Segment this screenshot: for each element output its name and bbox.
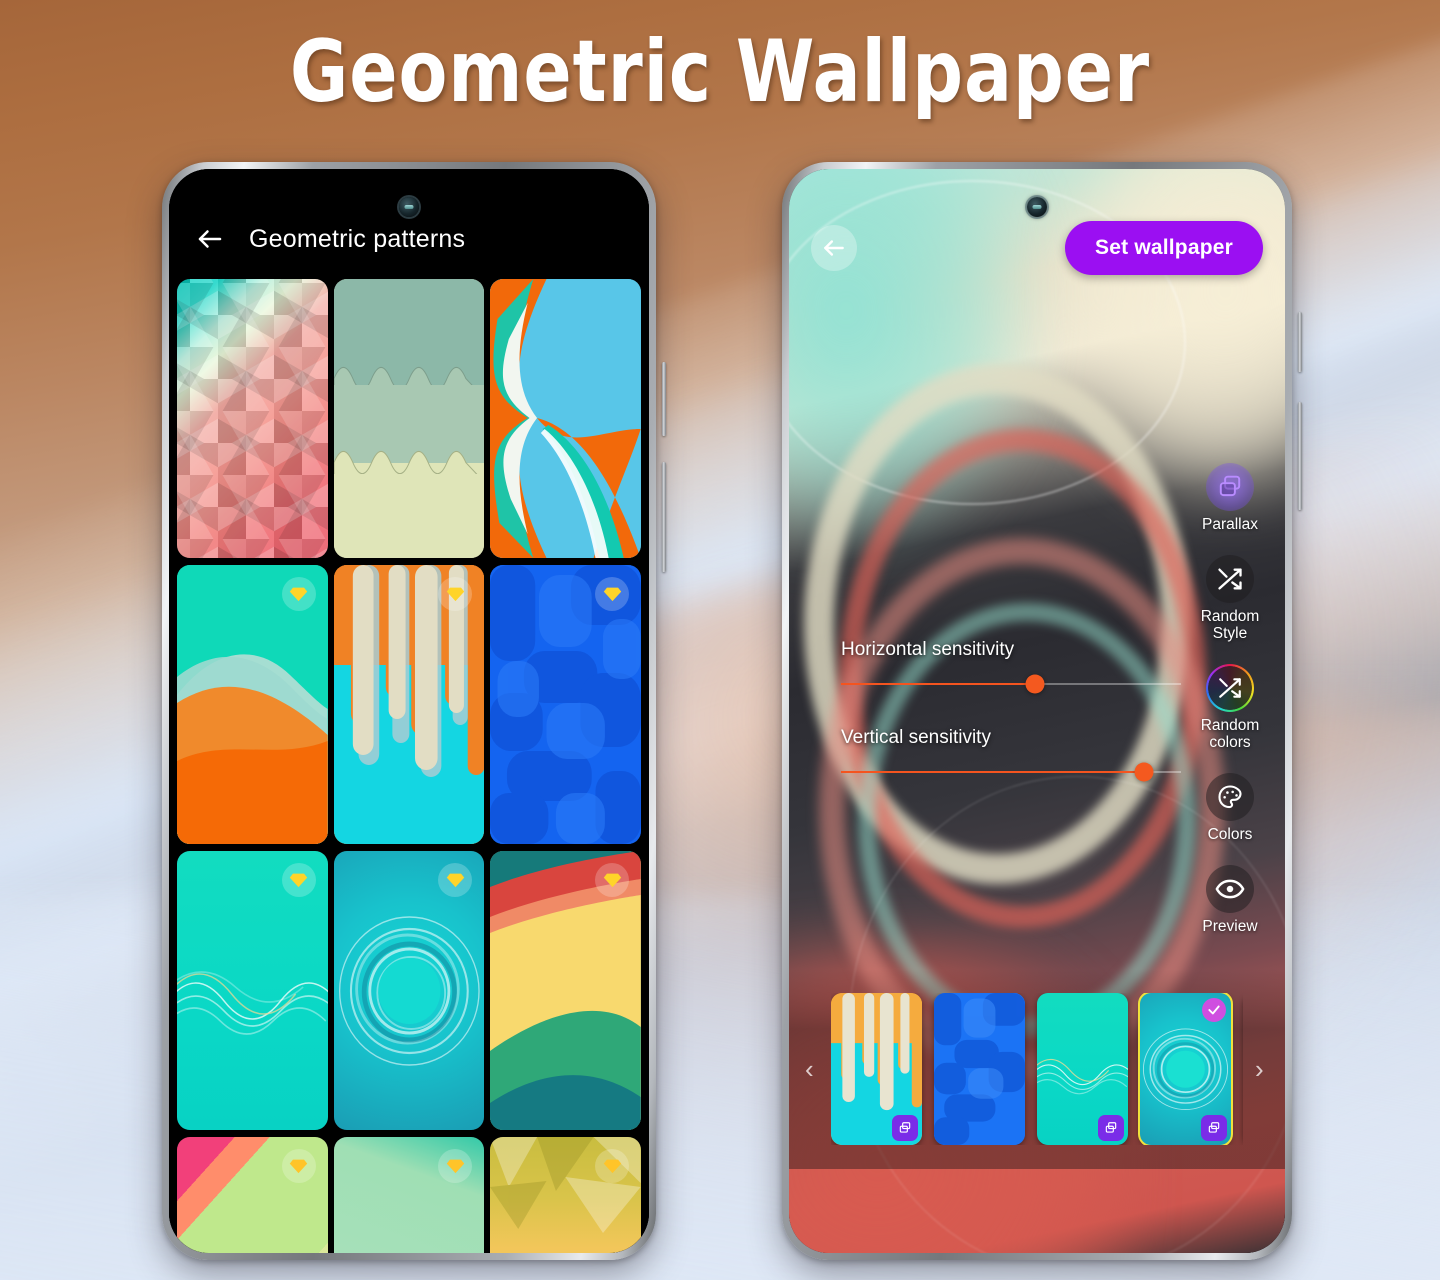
- tool-random-colors[interactable]: Random colors: [1187, 664, 1273, 751]
- phone-left-volume-button[interactable]: [662, 362, 666, 436]
- premium-badge: [595, 863, 629, 897]
- app-bar: Geometric patterns: [169, 211, 649, 267]
- phone-left-body: Geometric patterns: [169, 169, 649, 1253]
- selected-check-icon: [1202, 998, 1226, 1022]
- wallpaper-grid[interactable]: [175, 279, 643, 1253]
- page-title-word-2: Wallpaper: [735, 22, 1151, 122]
- sensitivity-controls: Horizontal sensitivity Vertical sensitiv…: [841, 639, 1181, 815]
- back-button[interactable]: [193, 222, 227, 256]
- front-camera-punch-hole: [399, 197, 419, 217]
- tool-preview[interactable]: Preview: [1187, 865, 1273, 935]
- parallax-layer-badge: [1098, 1115, 1124, 1141]
- horizontal-sensitivity-slider[interactable]: [841, 674, 1181, 694]
- parallax-layer-badge: [1201, 1115, 1227, 1141]
- slider-fill: [841, 771, 1144, 773]
- set-wallpaper-button[interactable]: Set wallpaper: [1065, 221, 1263, 275]
- parallax-layer-badge: [892, 1115, 918, 1141]
- premium-badge: [595, 577, 629, 611]
- premium-badge: [281, 1149, 316, 1183]
- tool-random-style[interactable]: Random Style: [1187, 555, 1273, 642]
- thumbnail-blue-blocks[interactable]: [934, 993, 1025, 1145]
- slider-fill: [841, 683, 1035, 685]
- slider-label: Horizontal sensitivity: [841, 639, 1015, 660]
- next-arrow-icon[interactable]: ›: [1255, 1054, 1269, 1085]
- wallpaper-thumbnail-strip[interactable]: ‹ ›: [789, 989, 1285, 1149]
- tile-artwork: [177, 279, 328, 558]
- wallpaper-tile-green-gradient[interactable]: [333, 1137, 485, 1253]
- premium-badge: [281, 577, 316, 611]
- wallpaper-tile-diagonal-stripes[interactable]: [177, 1137, 328, 1253]
- shuffle-icon: [1206, 555, 1254, 604]
- tool-colors[interactable]: Colors: [1187, 773, 1273, 843]
- phone-right-body: Set wallpaper Parallax Random Style Rand…: [789, 169, 1285, 1253]
- phone-mockup-right: Set wallpaper Parallax Random Style Rand…: [782, 162, 1302, 1260]
- tool-label: Random colors: [1200, 717, 1260, 752]
- vertical-sensitivity-slider[interactable]: [841, 762, 1181, 782]
- wallpaper-tile-rainbow-arcs[interactable]: [490, 851, 641, 1130]
- thumbnail-orange-drips[interactable]: [831, 993, 922, 1145]
- tool-parallax[interactable]: Parallax: [1187, 463, 1273, 533]
- slider-thumb[interactable]: [1025, 674, 1045, 694]
- wallpaper-tile-wavy-layers[interactable]: [333, 279, 485, 558]
- page-heading: Geometric patterns: [249, 224, 466, 253]
- wallpaper-tile-teal-sine-waves[interactable]: [177, 851, 328, 1130]
- page-title-word-1: Geometric: [289, 22, 713, 122]
- front-camera-punch-hole: [1027, 197, 1047, 217]
- tool-label: Random Style: [1200, 608, 1260, 643]
- vertical-sensitivity-control: Vertical sensitivity: [841, 727, 1181, 782]
- premium-badge: [281, 863, 316, 897]
- eye-icon: [1206, 865, 1254, 914]
- thumbnail-list[interactable]: [831, 993, 1243, 1145]
- tool-label: Preview: [1202, 918, 1258, 936]
- wallpaper-tile-orange-hill[interactable]: [177, 565, 328, 844]
- tile-artwork: [333, 279, 485, 558]
- thumbnail-teal-sine-waves[interactable]: [1037, 993, 1128, 1145]
- thumbnail-teal-rings[interactable]: [1138, 993, 1233, 1145]
- tile-artwork: [490, 279, 641, 558]
- wallpaper-preview-screen: Set wallpaper Parallax Random Style Rand…: [789, 169, 1285, 1253]
- page-title: Geometric Wallpaper: [58, 22, 1383, 122]
- shuffle-icon: [1206, 664, 1254, 713]
- back-button[interactable]: [811, 225, 857, 271]
- prev-arrow-icon[interactable]: ‹: [805, 1054, 819, 1085]
- tool-label: Parallax: [1202, 516, 1258, 533]
- tool-label: Colors: [1207, 826, 1253, 844]
- wallpaper-tile-orange-drips[interactable]: [333, 565, 485, 844]
- phone-mockup-left: Geometric patterns: [162, 162, 666, 1260]
- wallpaper-tile-orange-cyan-swirl[interactable]: [490, 279, 641, 558]
- slider-label: Vertical sensitivity: [841, 727, 991, 748]
- wallpaper-tile-yellow-polygons[interactable]: [490, 1137, 641, 1253]
- wallpaper-tile-blue-blocks[interactable]: [490, 565, 641, 844]
- layers-icon: [1206, 463, 1254, 511]
- wallpaper-tile-isometric-cubes[interactable]: [177, 279, 328, 558]
- phone-left-power-button[interactable]: [662, 462, 666, 572]
- wallpaper-list-screen: Geometric patterns: [169, 169, 649, 1253]
- slider-thumb[interactable]: [1134, 762, 1154, 782]
- phone-right-volume-button[interactable]: [1298, 312, 1302, 372]
- premium-badge: [595, 1149, 629, 1183]
- wallpaper-tile-teal-rings[interactable]: [333, 851, 485, 1130]
- horizontal-sensitivity-control: Horizontal sensitivity: [841, 639, 1181, 694]
- phone-right-power-button[interactable]: [1298, 402, 1302, 510]
- tool-rail: Parallax Random Style Random colors Colo…: [1187, 463, 1273, 935]
- palette-icon: [1206, 773, 1254, 822]
- preview-top-bar: Set wallpaper: [789, 221, 1285, 275]
